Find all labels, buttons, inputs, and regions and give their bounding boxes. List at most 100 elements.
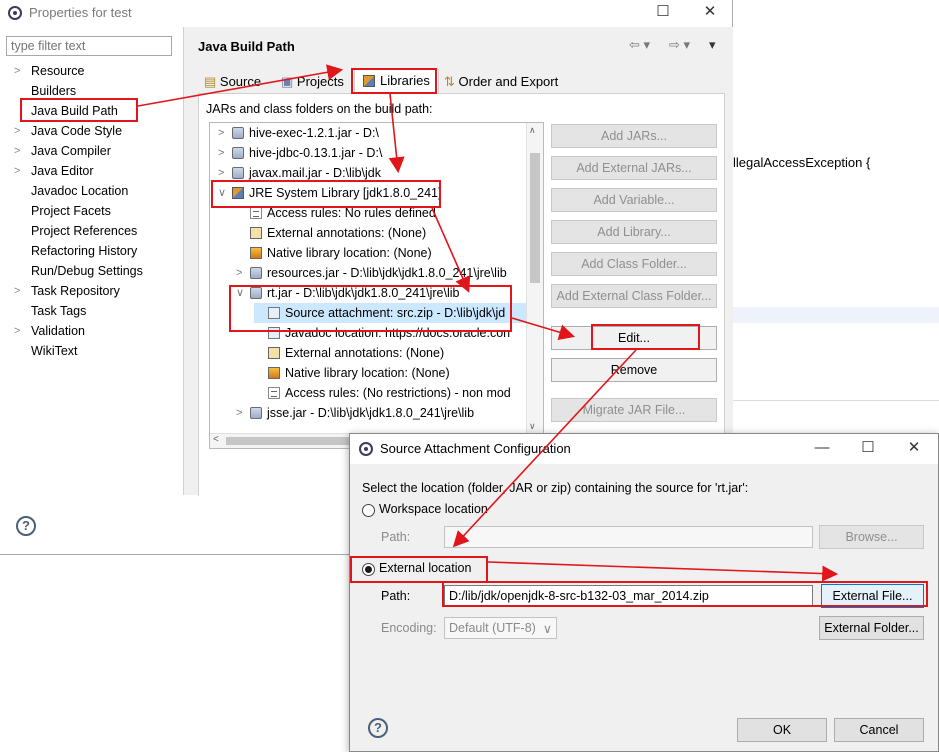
scroll-thumb[interactable] <box>530 153 540 283</box>
tree-row-label: External annotations: (None) <box>267 226 427 240</box>
external-path-field[interactable]: D:/lib/jdk/openjdk-8-src-b132-03_mar_201… <box>444 585 813 607</box>
library-action-button[interactable]: Remove <box>551 358 717 382</box>
nav-item-label: Task Tags <box>31 304 87 318</box>
jar-icon <box>232 167 244 179</box>
library-action-button[interactable]: Add External JARs... <box>551 156 717 180</box>
chevron-right-icon[interactable]: > <box>218 143 230 163</box>
back-arrow-icon[interactable]: ⇦ ▾ <box>629 37 650 53</box>
nav-item-label: Project Facets <box>31 204 111 218</box>
tree-row[interactable]: > hive-jdbc-0.13.1.jar - D:\ <box>218 143 527 163</box>
tree-row[interactable]: ∨ JRE System Library [jdk1.8.0_241] <box>218 183 527 203</box>
tree-row-label: hive-jdbc-0.13.1.jar - D:\ <box>249 146 383 160</box>
chevron-down-icon[interactable]: ∨ <box>218 183 230 203</box>
tree-row[interactable]: External annotations: (None) <box>236 223 527 243</box>
tree-row[interactable]: Native library location: (None) <box>236 243 527 263</box>
external-path-label: Path: <box>381 589 411 603</box>
library-action-button[interactable]: Add Variable... <box>551 188 717 212</box>
tab-libraries-label: Libraries <box>380 73 430 88</box>
chevron-down-icon[interactable]: ∨ <box>236 283 248 303</box>
rule-icon <box>250 207 262 219</box>
close-icon[interactable]: ✕ <box>899 436 929 460</box>
tree-row[interactable]: Source attachment: src.zip - D:\lib\jdk\… <box>254 303 527 323</box>
help-icon[interactable]: ? <box>368 718 388 738</box>
library-action-button[interactable]: Migrate JAR File... <box>551 398 717 422</box>
jar-icon <box>232 127 244 139</box>
properties-titlebar: Properties for test ☐ ✕ <box>0 0 732 26</box>
encoding-value: Default (UTF-8) <box>449 621 536 635</box>
library-action-button[interactable]: Add Class Folder... <box>551 252 717 276</box>
external-radio[interactable] <box>362 563 375 576</box>
tree-row[interactable]: External annotations: (None) <box>254 343 527 363</box>
nav-item-label: Javadoc Location <box>31 184 129 198</box>
native-icon <box>250 247 262 259</box>
library-tree[interactable]: > hive-exec-1.2.1.jar - D:\ > hive-jdbc-0.1… <box>209 122 544 449</box>
tree-row[interactable]: > hive-exec-1.2.1.jar - D:\ <box>218 123 527 143</box>
filter-input[interactable] <box>6 36 172 56</box>
tab-order-export-label: Order and Export <box>458 74 559 89</box>
chevron-right-icon[interactable]: > <box>14 62 20 80</box>
maximize-icon[interactable]: ☐ <box>853 436 883 460</box>
nav-item-label: Validation <box>31 324 85 338</box>
ok-button[interactable]: OK <box>737 718 827 742</box>
tab-source-label: Source <box>219 74 262 89</box>
chevron-right-icon[interactable]: > <box>218 163 230 183</box>
build-path-pane: Java Build Path ⇦ ▾ ⇨ ▾ ▾ ▤ Source ▣ Pro… <box>183 27 733 496</box>
doc-icon <box>268 327 280 339</box>
encoding-select[interactable]: Default (UTF-8) ∨ <box>444 617 557 639</box>
chevron-right-icon[interactable]: > <box>236 263 248 283</box>
tree-row[interactable]: > resources.jar - D:\lib\jdk\jdk1.8.0_241… <box>236 263 527 283</box>
close-icon[interactable]: ✕ <box>695 0 725 24</box>
workspace-radio[interactable] <box>362 504 375 517</box>
workspace-path-field[interactable] <box>444 526 813 548</box>
chevron-right-icon[interactable]: > <box>14 162 20 180</box>
tree-row-label: Access rules: (No restrictions) - non mo… <box>285 386 511 400</box>
dialog-title: Source Attachment Configuration <box>380 441 571 456</box>
external-folder-button[interactable]: External Folder... <box>819 616 924 640</box>
library-icon <box>363 75 375 87</box>
browse-button[interactable]: Browse... <box>819 525 924 549</box>
tree-vertical-scrollbar[interactable]: ∧ ∨ <box>526 123 543 448</box>
maximize-icon[interactable]: ☐ <box>648 0 678 24</box>
chevron-right-icon[interactable]: > <box>14 282 20 300</box>
tree-row[interactable]: Javadoc location: https://docs.oracle.co… <box>254 323 527 343</box>
tree-row[interactable]: Access rules: (No restrictions) - non mo… <box>254 383 527 403</box>
tree-row[interactable]: Native library location: (None) <box>254 363 527 383</box>
library-action-button[interactable]: Edit... <box>551 326 717 350</box>
library-action-button[interactable]: Add External Class Folder... <box>551 284 717 308</box>
tree-row-label: jsse.jar - D:\lib\jdk\jdk1.8.0_241\jre\l… <box>267 406 475 420</box>
chevron-right-icon[interactable]: > <box>14 122 20 140</box>
rule-icon <box>268 387 280 399</box>
tab-order-export[interactable]: ⇅ Order and Export <box>444 71 558 93</box>
chevron-right-icon[interactable]: > <box>236 403 248 423</box>
minimize-icon[interactable]: — <box>807 436 837 460</box>
tab-projects[interactable]: ▣ Projects <box>281 71 344 93</box>
tree-row[interactable]: Access rules: No rules defined <box>236 203 527 223</box>
tree-row-label: JRE System Library [jdk1.8.0_241] <box>249 186 442 200</box>
tab-libraries[interactable]: Libraries <box>354 69 439 95</box>
library-action-button[interactable]: Add JARs... <box>551 124 717 148</box>
chevron-right-icon[interactable]: > <box>14 142 20 160</box>
chevron-right-icon[interactable]: > <box>218 123 230 143</box>
tree-row[interactable]: > jsse.jar - D:\lib\jdk\jdk1.8.0_241\jre\… <box>236 403 527 423</box>
chevron-right-icon[interactable]: > <box>14 322 20 340</box>
tab-source[interactable]: ▤ Source <box>204 71 261 93</box>
cancel-button[interactable]: Cancel <box>834 718 924 742</box>
tree-row-label: Native library location: (None) <box>267 246 432 260</box>
help-icon[interactable]: ? <box>16 516 36 536</box>
library-action-button[interactable]: Add Library... <box>551 220 717 244</box>
tree-row[interactable]: > javax.mail.jar - D:\lib\jdk <box>218 163 527 183</box>
tree-row-label: rt.jar - D:\lib\jdk\jdk1.8.0_241\jre\lib <box>267 286 460 300</box>
tree-row[interactable]: ∨ rt.jar - D:\lib\jdk\jdk1.8.0_241\jre\li… <box>236 283 527 303</box>
lib-icon <box>232 187 244 199</box>
doc-icon <box>268 307 280 319</box>
nav-item-label: Java Build Path <box>31 104 118 118</box>
editor-code-line: llegalAccessException { <box>733 155 871 170</box>
tree-row-label: hive-exec-1.2.1.jar - D:\ <box>249 126 379 140</box>
workspace-path-label: Path: <box>381 530 411 544</box>
external-file-button[interactable]: External File... <box>821 584 924 608</box>
jar-icon <box>250 407 262 419</box>
eclipse-icon <box>359 442 373 456</box>
view-menu-icon[interactable]: ▾ <box>709 37 716 53</box>
tab-projects-label: Projects <box>296 74 344 89</box>
forward-arrow-icon[interactable]: ⇨ ▾ <box>669 37 690 53</box>
